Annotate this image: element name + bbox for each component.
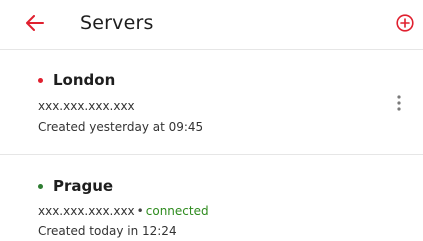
add-server-button[interactable] [392, 10, 418, 36]
arrow-left-icon [26, 15, 44, 31]
connection-status: connected [145, 204, 209, 218]
back-button[interactable] [22, 10, 48, 36]
server-address-line: xxx.xxx.xxx.xxx • connected [38, 203, 209, 219]
server-created: Created today in 12:24 [38, 224, 177, 238]
server-name: Prague [53, 177, 114, 195]
status-dot-icon [38, 77, 43, 83]
server-item-london[interactable]: London xxx.xxx.xxx.xxx Created yesterday… [0, 50, 423, 155]
server-name: London [53, 71, 116, 89]
separator-dot: • [136, 204, 144, 218]
server-name-row: London [38, 70, 115, 90]
plus-circle-icon [396, 14, 414, 32]
server-address: xxx.xxx.xxx.xxx [38, 204, 135, 218]
server-created: Created yesterday at 09:45 [38, 120, 204, 134]
server-address: xxx.xxx.xxx.xxx [38, 99, 135, 113]
server-item-prague[interactable]: Prague xxx.xxx.xxx.xxx • connected Created… [0, 155, 423, 241]
app-bar: Servers [0, 0, 423, 50]
server-name-row: Prague [38, 176, 113, 196]
status-dot-icon [38, 183, 43, 189]
server-menu-button[interactable] [389, 92, 409, 114]
more-vertical-icon [397, 95, 401, 111]
page-title: Servers [80, 12, 154, 34]
